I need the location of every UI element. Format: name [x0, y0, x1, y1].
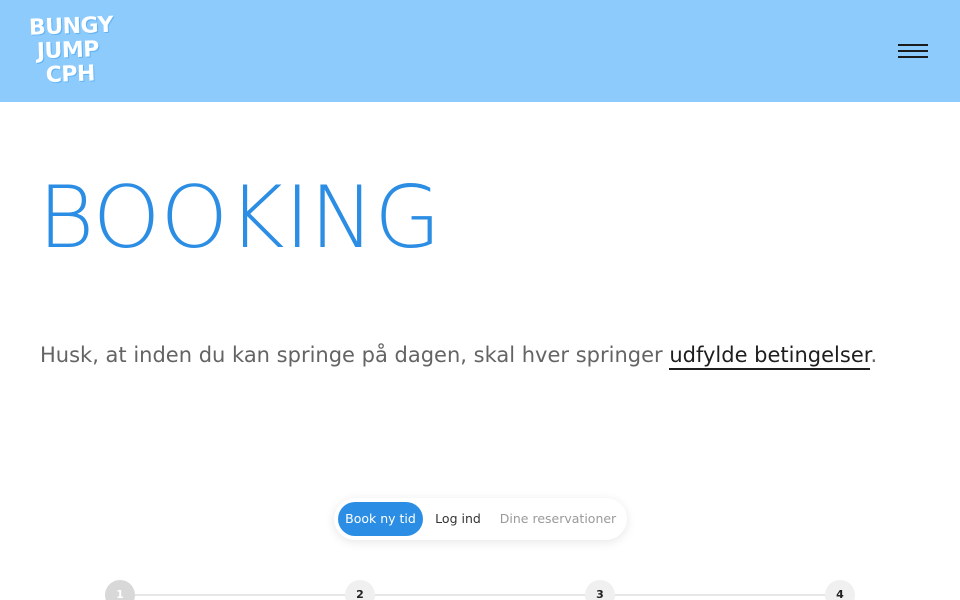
tab-book-new-time[interactable]: Book ny tid [338, 502, 423, 536]
bungy-jump-cph-logo[interactable]: BUNGY JUMP CPH [29, 13, 128, 94]
logo-line-1: BUNGY [28, 12, 114, 41]
logo-line-2: JUMP [36, 37, 100, 65]
booking-notice: Husk, at inden du kan springe på dagen, … [40, 341, 878, 370]
hamburger-menu-icon[interactable] [896, 42, 930, 60]
tab-login[interactable]: Log ind [428, 502, 488, 536]
step-indicator-1: 1 [105, 580, 135, 600]
step-indicator-4: 4 [825, 580, 855, 600]
terms-link[interactable]: udfylde betingelser [669, 343, 871, 370]
notice-end: . [870, 343, 878, 367]
tab-your-reservations[interactable]: Dine reservationer [496, 502, 620, 536]
booking-tabs: Book ny tid Log ind Dine reservationer [334, 498, 627, 540]
notice-text: Husk, at inden du kan springe på dagen, … [40, 343, 670, 367]
progress-line [120, 594, 840, 596]
menu-bar [898, 56, 928, 58]
page-title: BOOKING [38, 168, 441, 268]
menu-bar [898, 44, 928, 46]
site-header: BUNGY JUMP CPH [0, 0, 960, 102]
step-indicator-2: 2 [345, 580, 375, 600]
step-indicator-3: 3 [585, 580, 615, 600]
logo-line-3: CPH [45, 61, 96, 89]
menu-bar [898, 50, 928, 52]
